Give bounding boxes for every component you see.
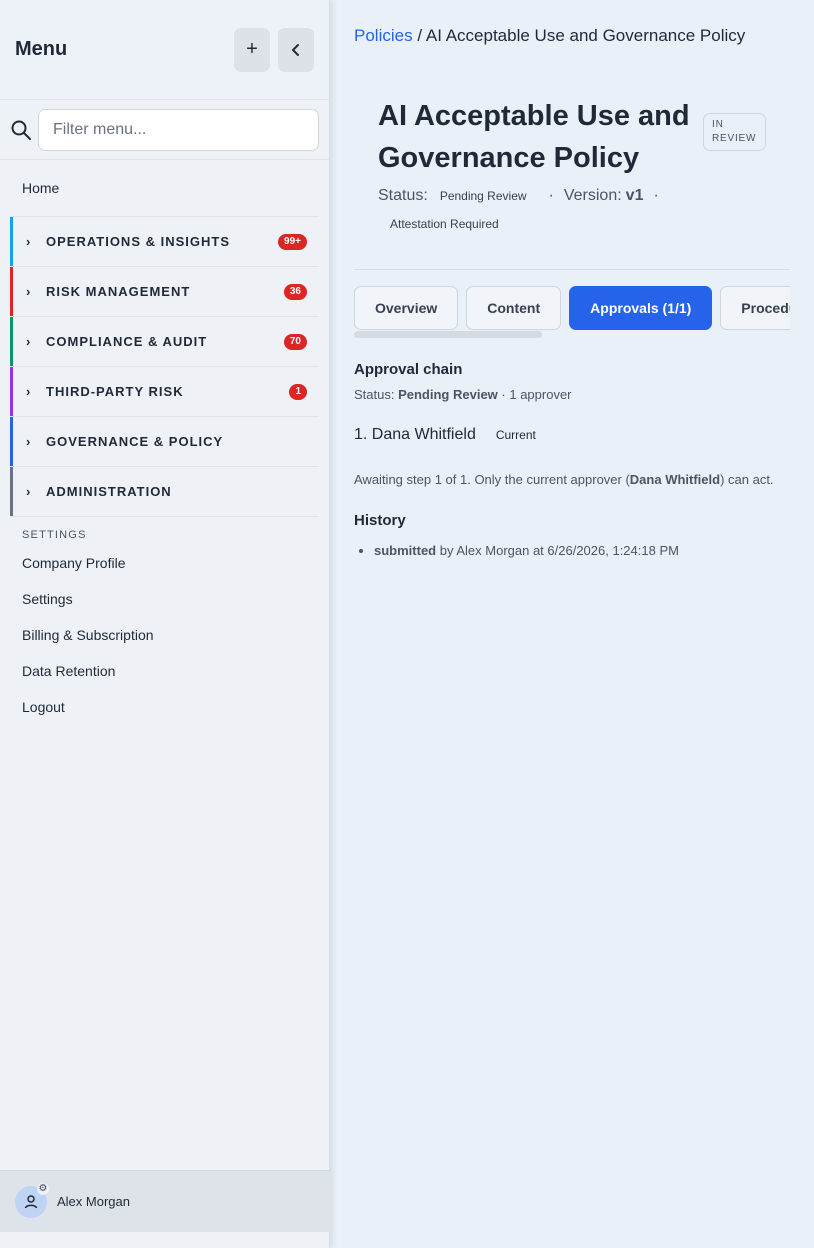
chevron-right-icon: › bbox=[26, 484, 31, 499]
breadcrumb: Policies / AI Acceptable Use and Governa… bbox=[354, 26, 790, 46]
breadcrumb-current: AI Acceptable Use and Governance Policy bbox=[425, 26, 746, 45]
breadcrumb-policies-link[interactable]: Policies bbox=[354, 26, 413, 45]
sidebar-section-label: COMPLIANCE & AUDIT bbox=[46, 334, 208, 349]
sidebar-section-label: GOVERNANCE & POLICY bbox=[46, 434, 224, 449]
sidebar-item-settings[interactable]: Settings bbox=[0, 581, 329, 617]
version-value: v1 bbox=[625, 187, 644, 204]
tab-overview[interactable]: Overview bbox=[354, 286, 459, 330]
chevron-right-icon: › bbox=[26, 234, 31, 249]
status-chip: Pending Review bbox=[439, 189, 527, 203]
sidebar-item-logout[interactable]: Logout bbox=[0, 689, 329, 725]
count-badge: 99+ bbox=[278, 233, 307, 250]
main-content: Policies / AI Acceptable Use and Governa… bbox=[354, 0, 790, 558]
user-name: Alex Morgan bbox=[57, 1194, 130, 1209]
approver-name: 1. Dana Whitfield bbox=[354, 426, 476, 443]
history-list: submitted by Alex Morgan at 6/26/2026, 1… bbox=[354, 543, 790, 558]
chevron-right-icon: › bbox=[26, 384, 31, 399]
count-badge: 70 bbox=[283, 333, 307, 350]
awaiting-message: Awaiting step 1 of 1. Only the current a… bbox=[354, 470, 790, 490]
sidebar-section-label: OPERATIONS & INSIGHTS bbox=[46, 234, 230, 249]
gear-icon: ⚙ bbox=[37, 1182, 49, 1195]
sidebar-item-data-retention[interactable]: Data Retention bbox=[0, 653, 329, 689]
list-item: submitted by Alex Morgan at 6/26/2026, 1… bbox=[374, 543, 790, 558]
chevron-right-icon: › bbox=[26, 284, 31, 299]
count-badge: 1 bbox=[289, 383, 307, 400]
status-label: Status: bbox=[378, 187, 428, 204]
tab-procedures[interactable]: Procedures bbox=[720, 286, 790, 330]
sidebar-section-administration[interactable]: › ADMINISTRATION bbox=[10, 466, 319, 516]
sidebar-section-label: RISK MANAGEMENT bbox=[46, 284, 191, 299]
section-accent-bar bbox=[10, 217, 13, 266]
status-badge: IN REVIEW bbox=[703, 113, 766, 151]
tab-bar: Overview Content Approvals (1/1) Procedu… bbox=[354, 286, 790, 330]
tab-content[interactable]: Content bbox=[466, 286, 562, 330]
version-label: Version: bbox=[563, 187, 622, 204]
attestation-chip: Attestation Required bbox=[390, 217, 499, 231]
current-tag: Current bbox=[495, 428, 536, 442]
meta-separator: · bbox=[653, 187, 659, 204]
sidebar-item-company-profile[interactable]: Company Profile bbox=[0, 545, 329, 581]
approver-count: · 1 approver bbox=[501, 387, 572, 402]
sidebar-section-label: THIRD-PARTY RISK bbox=[46, 384, 184, 399]
user-icon bbox=[24, 1194, 38, 1208]
section-accent-bar bbox=[10, 417, 13, 466]
sidebar-item-billing-subscription[interactable]: Billing & Subscription bbox=[0, 617, 329, 653]
settings-heading: SETTINGS bbox=[10, 516, 319, 545]
sidebar-section-governance-policy[interactable]: › GOVERNANCE & POLICY bbox=[10, 416, 319, 466]
sidebar-section-label: ADMINISTRATION bbox=[46, 484, 172, 499]
sidebar: Menu + Home › OPERATIONS & INSIGHTS 99+ › RI… bbox=[0, 0, 330, 1248]
chevron-left-icon bbox=[292, 43, 299, 56]
chevron-right-icon: › bbox=[26, 434, 31, 449]
section-accent-bar bbox=[10, 317, 13, 366]
sidebar-item-home[interactable]: Home bbox=[0, 160, 329, 216]
policy-meta: Status: Pending Review · Version: v1 · bbox=[354, 187, 790, 205]
section-accent-bar bbox=[10, 467, 13, 516]
sidebar-section-compliance-audit[interactable]: › COMPLIANCE & AUDIT 70 bbox=[10, 316, 319, 366]
history-heading: History bbox=[354, 512, 406, 529]
breadcrumb-separator: / bbox=[417, 26, 423, 45]
section-accent-bar bbox=[10, 367, 13, 416]
awaiting-text-end: ) can act. bbox=[720, 472, 774, 487]
tab-approvals[interactable]: Approvals (1/1) bbox=[569, 286, 713, 330]
approval-chain-heading: Approval chain bbox=[354, 361, 463, 378]
awaiting-text: Awaiting step 1 of 1. Only the current a… bbox=[354, 472, 630, 487]
meta-separator: · bbox=[548, 187, 554, 204]
search-icon bbox=[11, 120, 31, 140]
count-badge: 36 bbox=[283, 283, 307, 300]
sidebar-title: Menu bbox=[15, 38, 68, 60]
divider bbox=[354, 269, 790, 270]
approval-status: Status: Pending Review · 1 approver bbox=[354, 387, 790, 402]
approval-status-label: Status: bbox=[354, 387, 395, 402]
sidebar-section-risk-management[interactable]: › RISK MANAGEMENT 36 bbox=[10, 266, 319, 316]
sidebar-section-operations-insights[interactable]: › OPERATIONS & INSIGHTS 99+ bbox=[10, 216, 319, 266]
section-accent-bar bbox=[10, 267, 13, 316]
avatar[interactable]: ⚙ bbox=[15, 1182, 49, 1218]
approver-row: 1. Dana Whitfield Current bbox=[354, 426, 790, 444]
sidebar-header: Menu + bbox=[0, 0, 329, 100]
history-action: submitted bbox=[374, 543, 437, 558]
collapse-sidebar-button[interactable] bbox=[278, 27, 314, 72]
filter-menu-input[interactable] bbox=[38, 108, 319, 151]
sidebar-section-third-party-risk[interactable]: › THIRD-PARTY RISK 1 bbox=[10, 366, 319, 416]
page-title: AI Acceptable Use and Governance Policy bbox=[378, 100, 690, 174]
tab-scrollbar[interactable] bbox=[354, 331, 542, 338]
chevron-right-icon: › bbox=[26, 334, 31, 349]
filter-row bbox=[0, 100, 329, 160]
user-footer[interactable]: ⚙ Alex Morgan bbox=[0, 1170, 330, 1232]
plus-icon: + bbox=[246, 38, 258, 60]
awaiting-approver-name: Dana Whitfield bbox=[629, 472, 721, 487]
history-detail: by Alex Morgan at 6/26/2026, 1:24:18 PM bbox=[436, 543, 679, 558]
approval-status-value: Pending Review bbox=[398, 387, 498, 402]
add-button[interactable]: + bbox=[234, 27, 270, 72]
